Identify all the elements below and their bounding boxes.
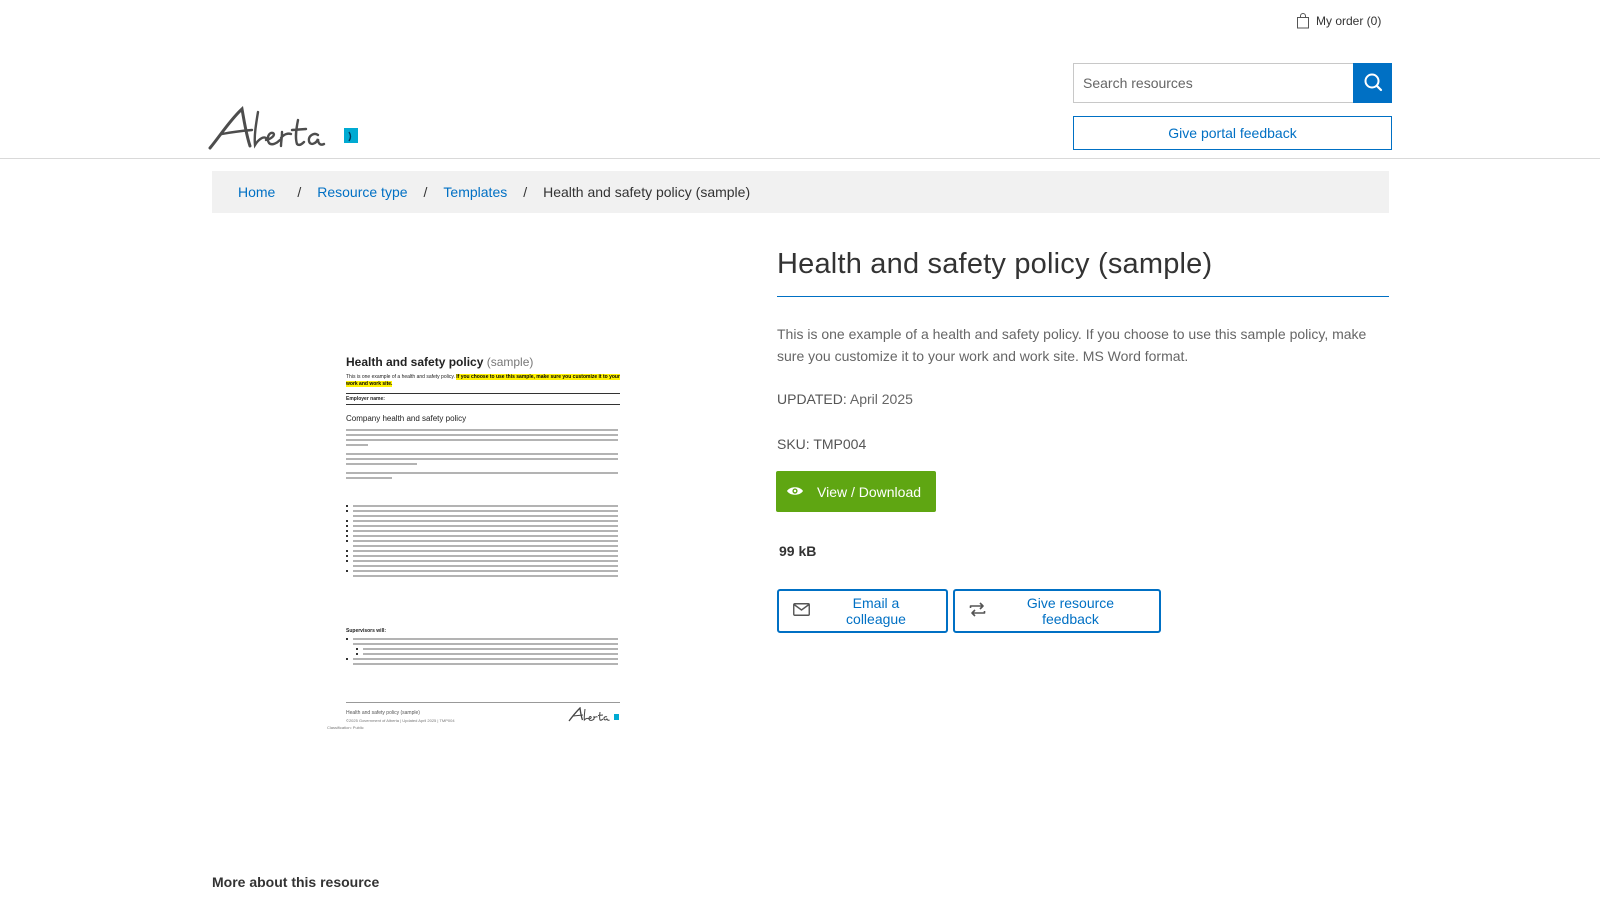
breadcrumb-current: Health and safety policy (sample) — [543, 184, 751, 200]
breadcrumb-resource-type[interactable]: Resource type — [317, 184, 407, 200]
sku: SKU: TMP004 — [777, 436, 866, 452]
email-colleague-button[interactable]: Email a colleague — [777, 589, 948, 633]
shopping-bag-icon — [1296, 12, 1310, 29]
preview-footer-classification: Classification: Public — [327, 725, 364, 730]
preview-company-heading: Company health and safety policy — [346, 414, 467, 423]
alberta-logo[interactable] — [208, 106, 360, 152]
document-preview-image[interactable]: Health and safety policy (sample) This i… — [320, 350, 620, 734]
sku-label: SKU: — [777, 436, 810, 452]
swap-icon — [969, 602, 986, 620]
eye-icon — [786, 484, 804, 500]
preview-supervisor-list — [346, 638, 618, 668]
preview-text-block — [346, 429, 618, 482]
updated-value: April 2025 — [849, 391, 913, 407]
search-button[interactable] — [1353, 63, 1392, 103]
preview-intro: This is one example of a health and safe… — [346, 374, 620, 387]
sku-value: TMP004 — [813, 436, 867, 452]
view-download-label: View / Download — [817, 483, 922, 500]
breadcrumb-templates[interactable]: Templates — [443, 184, 507, 200]
title-underline — [777, 296, 1389, 297]
breadcrumb: Home / Resource type / Templates / Healt… — [212, 171, 1389, 213]
give-portal-feedback-button[interactable]: Give portal feedback — [1073, 116, 1392, 150]
breadcrumb-separator: / — [297, 184, 302, 200]
my-order-label: My order (0) — [1316, 13, 1382, 28]
preview-title: Health and safety policy (sample) — [346, 355, 534, 369]
give-resource-feedback-label: Give resource feedback — [1026, 595, 1115, 627]
preview-rule — [346, 404, 620, 405]
page-title: Health and safety policy (sample) — [777, 248, 1213, 280]
email-colleague-label: Email a colleague — [846, 595, 906, 627]
preview-rule — [346, 393, 620, 394]
preview-footer-rule — [346, 702, 620, 703]
my-order-link[interactable]: My order (0) — [1296, 12, 1381, 29]
resource-description: This is one example of a health and safe… — [777, 326, 1367, 364]
updated-label: UPDATED: — [777, 391, 847, 407]
breadcrumb-separator: / — [523, 184, 528, 200]
site-header: My order (0) Give portal feedback — [0, 0, 1600, 159]
search-input[interactable] — [1073, 63, 1353, 103]
preview-footer-title: Health and safety policy (sample) — [346, 710, 420, 716]
preview-alberta-logo — [568, 706, 620, 723]
breadcrumb-home[interactable]: Home — [238, 184, 275, 200]
preview-supervisors-label: Supervisors will: — [346, 628, 387, 634]
mail-icon — [793, 603, 810, 619]
updated-date: UPDATED: April 2025 — [777, 391, 913, 407]
more-about-heading: More about this resource — [212, 874, 380, 890]
file-size: 99 kB — [779, 543, 817, 559]
search-bar — [1073, 63, 1392, 103]
preview-employer-label: Employer name: — [346, 396, 385, 402]
view-download-button[interactable]: View / Download — [776, 471, 936, 512]
give-resource-feedback-button[interactable]: Give resource feedback — [953, 589, 1161, 633]
search-icon — [1363, 72, 1383, 95]
breadcrumb-separator: / — [423, 184, 428, 200]
preview-bullet-list — [346, 505, 618, 580]
preview-footer-meta: ©2025 Government of Alberta | Updated Ap… — [346, 718, 455, 723]
